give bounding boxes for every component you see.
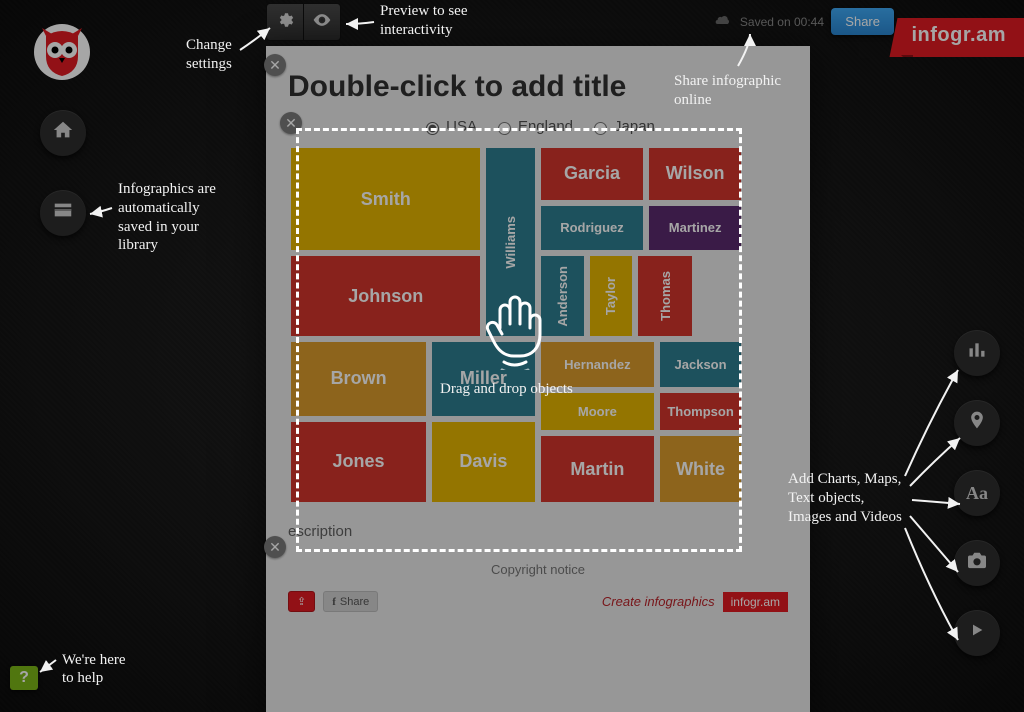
close-icon: ✕ xyxy=(269,57,281,74)
treemap-cell-miller[interactable]: Miller xyxy=(429,339,538,418)
treemap-cell-jackson[interactable]: Jackson xyxy=(657,339,744,389)
saved-time: 00:44 xyxy=(794,15,824,29)
treemap-cell-davis[interactable]: Davis xyxy=(429,419,538,505)
add-image-button[interactable] xyxy=(954,540,1000,586)
description-field[interactable]: escription xyxy=(288,523,788,540)
note-drag: Drag and drop objects xyxy=(440,380,573,399)
map-pin-icon xyxy=(967,409,987,437)
treemap-label: Davis xyxy=(459,451,507,472)
help-button[interactable]: ? xyxy=(10,666,38,690)
treemap-label: Williams xyxy=(503,216,518,269)
close-icon: ✕ xyxy=(269,539,281,556)
delete-title-button[interactable]: ✕ xyxy=(264,54,286,76)
brand-text: infogr.am xyxy=(911,24,1006,46)
treemap-label: Garcia xyxy=(564,163,620,184)
treemap-label: Thomas xyxy=(658,271,673,321)
legend-option-england[interactable]: England xyxy=(493,118,573,135)
add-chart-button[interactable] xyxy=(954,330,1000,376)
treemap-label: Moore xyxy=(578,404,617,419)
share-label: Share xyxy=(845,14,880,29)
copyright-label: Copyright notice xyxy=(288,562,788,577)
treemap-label: Wilson xyxy=(666,163,725,184)
canvas-footer: ⇪ f Share Create infographics infogr.am xyxy=(288,591,788,612)
play-icon xyxy=(969,621,985,645)
note-preview: Preview to see interactivity xyxy=(380,2,467,40)
treemap-cell-rodriguez[interactable]: Rodriguez xyxy=(538,203,647,253)
brand-badge[interactable]: infogr.am xyxy=(889,18,1024,57)
treemap-label: Smith xyxy=(361,189,411,210)
add-map-button[interactable] xyxy=(954,400,1000,446)
treemap-label: Taylor xyxy=(603,277,618,315)
treemap-cell-smith[interactable]: Smith xyxy=(288,145,483,253)
treemap-label: Jackson xyxy=(675,357,727,372)
inbox-icon xyxy=(52,199,74,227)
text-icon: Aa xyxy=(966,483,988,504)
note-share: Share infographic online xyxy=(674,72,781,110)
treemap-cell-wilson[interactable]: Wilson xyxy=(646,145,744,203)
treemap-chart[interactable]: Smith Johnson Williams Brown Jones Miller Davi… xyxy=(288,145,788,505)
treemap-cell-taylor[interactable]: Taylor xyxy=(587,253,636,339)
treemap-cell-anderson[interactable]: Anderson xyxy=(538,253,587,339)
treemap-cell-martinez[interactable]: Martinez xyxy=(646,203,744,253)
treemap-label: Thompson xyxy=(667,404,733,419)
eye-icon xyxy=(312,10,332,35)
autosave-status: Saved on 00:44 xyxy=(715,14,824,29)
saved-text: Saved on xyxy=(740,15,791,29)
treemap-label: White xyxy=(676,459,725,480)
library-button[interactable] xyxy=(40,190,86,236)
note-settings: Change settings xyxy=(186,36,232,74)
legend-option-japan[interactable]: Japan xyxy=(589,118,655,135)
treemap-cell-williams[interactable]: Williams xyxy=(483,145,537,339)
treemap-label: Hernandez xyxy=(564,357,630,372)
treemap-cell-thomas[interactable]: Thomas xyxy=(635,253,695,339)
share-button[interactable]: Share xyxy=(831,8,894,35)
treemap-label: Jones xyxy=(333,451,385,472)
treemap-label: Martinez xyxy=(669,220,722,235)
facebook-icon: f xyxy=(332,596,336,608)
treemap-cell-johnson[interactable]: Johnson xyxy=(288,253,483,339)
gear-icon xyxy=(276,11,294,34)
close-icon: ✕ xyxy=(285,115,297,132)
camera-icon xyxy=(966,551,988,575)
embed-button[interactable]: ⇪ xyxy=(288,591,315,612)
logo-owl[interactable] xyxy=(32,22,92,82)
note-right-tools: Add Charts, Maps, Text objects, Images a… xyxy=(788,470,902,526)
note-library: Infographics are automatically saved in … xyxy=(118,180,216,255)
add-video-button[interactable] xyxy=(954,610,1000,656)
delete-chart-button[interactable]: ✕ xyxy=(280,112,302,134)
add-text-button[interactable]: Aa xyxy=(954,470,1000,516)
treemap-label: Brown xyxy=(331,368,387,389)
treemap-cell-thompson[interactable]: Thompson xyxy=(657,390,744,433)
treemap-cell-white[interactable]: White xyxy=(657,433,744,505)
treemap-label: Martin xyxy=(570,459,624,480)
export-icon: ⇪ xyxy=(297,595,306,608)
settings-button[interactable] xyxy=(266,3,304,41)
cloud-icon xyxy=(715,14,731,29)
create-infographics-link[interactable]: Create infographics xyxy=(602,594,715,609)
note-help: We're here to help xyxy=(62,651,126,689)
treemap-cell-jones[interactable]: Jones xyxy=(288,419,429,505)
treemap-label: Johnson xyxy=(348,286,423,307)
home-button[interactable] xyxy=(40,110,86,156)
legend-option-usa[interactable]: USA xyxy=(421,118,477,135)
fb-share-button[interactable]: f Share xyxy=(323,591,378,612)
treemap-label: Anderson xyxy=(555,266,570,327)
chart-legend: USA England Japan xyxy=(288,118,788,135)
treemap-cell-brown[interactable]: Brown xyxy=(288,339,429,418)
infographic-canvas[interactable]: ✕ Double-click to add title ✕ USA Englan… xyxy=(266,46,810,712)
treemap-cell-garcia[interactable]: Garcia xyxy=(538,145,647,203)
footer-brand-tag[interactable]: infogr.am xyxy=(723,592,788,612)
home-icon xyxy=(52,119,74,147)
treemap-label: Rodriguez xyxy=(560,220,624,235)
question-icon: ? xyxy=(19,669,29,687)
treemap-cell-martin[interactable]: Martin xyxy=(538,433,657,505)
delete-description-button[interactable]: ✕ xyxy=(264,536,286,558)
preview-button[interactable] xyxy=(304,3,341,41)
bar-chart-icon xyxy=(967,340,987,366)
